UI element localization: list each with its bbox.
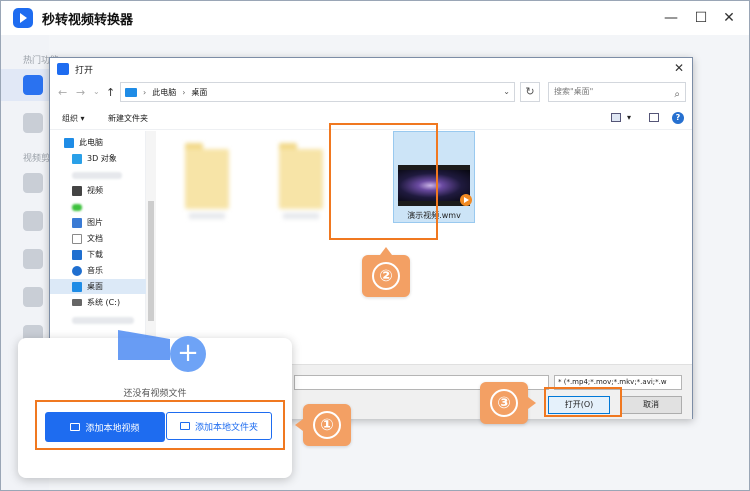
folder-label-blurred — [283, 213, 319, 219]
recent-locations-chevron-icon[interactable]: ⌄ — [93, 87, 100, 96]
refresh-button[interactable]: ↻ — [520, 82, 540, 102]
nav-item-pictures[interactable]: 图片 — [50, 215, 146, 230]
help-icon[interactable]: ? — [672, 112, 684, 124]
step2-number: ② — [372, 262, 400, 290]
cancel-button[interactable]: 取消 — [620, 396, 682, 414]
blurred-nav-item — [72, 172, 122, 179]
forward-arrow-icon[interactable]: → — [76, 86, 85, 99]
breadcrumb-separator: › — [182, 87, 186, 97]
dialog-close-button[interactable]: ✕ — [674, 61, 684, 75]
nav-item-music[interactable]: 音乐 — [50, 263, 146, 278]
view-mode-dropdown-icon[interactable]: ▾ — [627, 113, 631, 122]
blurred-nav-item — [72, 317, 134, 324]
search-placeholder: 搜索"桌面" — [554, 87, 594, 96]
nav-item-label: 下载 — [87, 250, 103, 259]
search-input[interactable]: 搜索"桌面" ⌕ — [548, 82, 686, 102]
blurred-folder[interactable] — [279, 143, 323, 221]
step1-number: ① — [313, 411, 341, 439]
drive-icon — [72, 299, 82, 306]
nav-item-this-pc[interactable]: 此电脑 — [50, 135, 146, 150]
address-bar[interactable]: › 此电脑 › 桌面 ⌄ — [120, 82, 515, 102]
step3-number: ③ — [490, 389, 518, 417]
maximize-button[interactable]: ☐ — [691, 8, 711, 28]
up-arrow-icon[interactable]: ↑ — [106, 86, 115, 99]
pc-icon — [64, 137, 74, 148]
blurred-folder[interactable] — [185, 143, 229, 221]
nav-item-label: 此电脑 — [79, 138, 103, 147]
nav-item-label: 图片 — [87, 218, 103, 227]
dialog-app-icon — [57, 63, 69, 75]
plus-icon: + — [170, 336, 206, 372]
minimize-button[interactable]: — — [661, 8, 681, 28]
blurred-app-icon — [72, 204, 82, 211]
step2-highlight-box — [329, 123, 438, 240]
empty-state-text: 还没有视频文件 — [123, 389, 187, 399]
nav-item-documents[interactable]: 文档 — [50, 231, 146, 246]
nav-item-label: 文档 — [87, 234, 103, 243]
back-arrow-icon[interactable]: ← — [58, 86, 67, 99]
organize-menu[interactable]: 组织 ▾ — [62, 113, 85, 124]
pc-icon — [125, 87, 137, 97]
cube-icon — [72, 153, 82, 164]
nav-item-label: 3D 对象 — [87, 154, 117, 163]
nav-item-3d-objects[interactable]: 3D 对象 — [50, 151, 146, 166]
nav-item-label: 音乐 — [87, 266, 103, 275]
nav-item-system-c[interactable]: 系统 (C:) — [50, 295, 146, 310]
folder-label-blurred — [189, 213, 225, 219]
new-folder-button[interactable]: 新建文件夹 — [108, 113, 148, 124]
navigation-scrollbar[interactable] — [146, 131, 156, 339]
close-button[interactable]: ✕ — [719, 8, 739, 28]
address-row: ← → ⌄ ↑ › 此电脑 › 桌面 ⌄ ↻ 搜索"桌面" ⌕ — [50, 82, 692, 104]
step3-badge: ③ — [480, 382, 536, 424]
folder-body — [279, 149, 323, 209]
search-icon: ⌕ — [674, 89, 680, 100]
app-logo-icon — [13, 8, 33, 28]
document-icon — [72, 233, 82, 244]
nav-item-desktop[interactable]: 桌面 — [50, 279, 146, 294]
breadcrumb-separator: › — [143, 87, 147, 97]
preview-pane-icon[interactable] — [649, 113, 659, 122]
scrollbar-thumb[interactable] — [148, 201, 154, 321]
dialog-title: 打开 — [75, 65, 94, 76]
music-icon — [72, 265, 82, 276]
breadcrumb-this-pc[interactable]: 此电脑 — [152, 87, 176, 98]
dialog-titlebar: 打开 ✕ — [50, 58, 692, 80]
picture-icon — [72, 217, 82, 228]
nav-item-videos[interactable]: 视频 — [50, 183, 146, 198]
download-icon — [72, 249, 82, 260]
app-titlebar: 秒转视频转换器 — ☐ ✕ — [1, 1, 749, 35]
sidebar-edit-icon-2[interactable] — [23, 211, 43, 231]
badge-pointer — [528, 397, 536, 409]
nav-item-label: 桌面 — [87, 282, 103, 291]
folder-body — [185, 149, 229, 209]
sidebar-edit-icon-3[interactable] — [23, 249, 43, 269]
nav-item-label: 系统 (C:) — [87, 298, 121, 307]
video-icon — [72, 185, 82, 196]
step3-highlight-box — [544, 387, 622, 417]
nav-item-downloads[interactable]: 下载 — [50, 247, 146, 262]
breadcrumb-desktop[interactable]: 桌面 — [191, 87, 207, 98]
step2-badge: ② — [362, 247, 410, 297]
step1-highlight-box — [35, 400, 285, 450]
play-badge-icon — [460, 194, 472, 206]
badge-pointer — [295, 419, 303, 431]
desktop-icon — [72, 281, 82, 292]
step1-badge: ① — [295, 404, 351, 446]
view-mode-icon[interactable] — [611, 113, 621, 122]
navigation-pane: 此电脑 3D 对象 视频 图片 文档 下载 音乐 桌面 系统 (C:) — [50, 131, 146, 339]
badge-pointer — [380, 247, 392, 255]
sidebar-edit-icon-1[interactable] — [23, 173, 43, 193]
nav-item-label: 视频 — [87, 186, 103, 195]
sidebar-tool-icon[interactable] — [23, 113, 43, 133]
sidebar-section-edit: 视频剪 — [23, 154, 51, 164]
sidebar-edit-icon-4[interactable] — [23, 287, 43, 307]
app-title: 秒转视频转换器 — [42, 12, 134, 28]
address-dropdown-chevron-icon[interactable]: ⌄ — [503, 87, 510, 96]
sidebar-video-convert-icon[interactable] — [23, 75, 43, 95]
